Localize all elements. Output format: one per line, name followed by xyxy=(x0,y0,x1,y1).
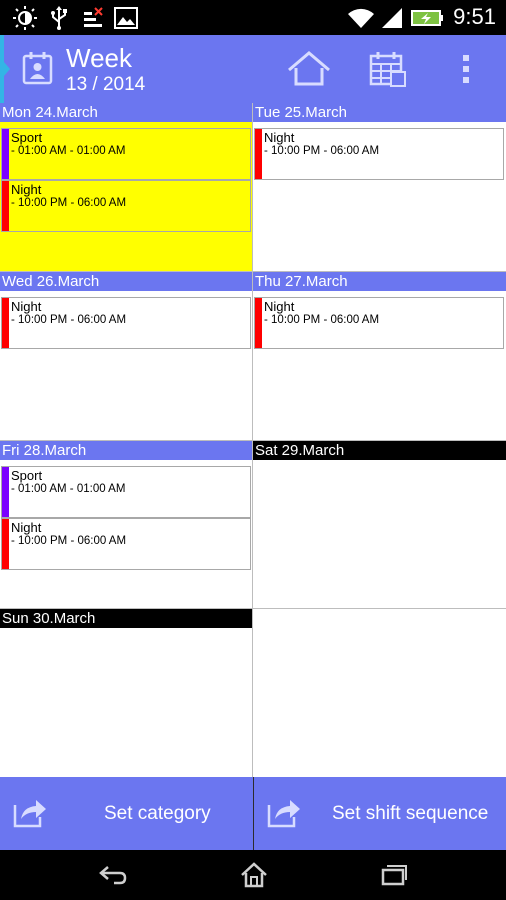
battery-charging-icon xyxy=(411,6,445,34)
shift-entry[interactable]: Night - 10:00 PM - 06:00 AM xyxy=(254,128,504,180)
system-nav-bar xyxy=(0,850,506,900)
shift-entry[interactable]: Night - 10:00 PM - 06:00 AM xyxy=(1,518,251,570)
shift-name: Night xyxy=(11,520,42,535)
shift-color-bar xyxy=(255,129,262,179)
shift-entry[interactable]: Night - 10:00 PM - 06:00 AM xyxy=(1,180,251,232)
shift-time: - 10:00 PM - 06:00 AM xyxy=(264,145,380,157)
day-cell-wed[interactable]: Wed 26.March Night - 10:00 PM - 06:00 AM xyxy=(0,272,252,440)
grid-divider xyxy=(0,440,506,441)
calendar-person-icon[interactable] xyxy=(22,51,54,89)
shift-entry[interactable]: Sport - 01:00 AM - 01:00 AM xyxy=(1,128,251,180)
shift-name: Night xyxy=(11,182,42,197)
shift-name: Night xyxy=(264,130,295,145)
set-shift-sequence-button[interactable]: Set shift sequence xyxy=(254,777,506,850)
day-header: Thu 27.March xyxy=(253,272,506,291)
wifi-icon xyxy=(347,6,375,34)
shift-color-bar xyxy=(255,298,262,348)
shift-color-bar xyxy=(2,129,9,179)
day-header: Wed 26.March xyxy=(0,272,252,291)
shift-name: Sport xyxy=(11,130,43,145)
clock: 9:51 xyxy=(453,4,496,29)
shift-color-bar xyxy=(2,298,9,348)
home-icon[interactable] xyxy=(240,862,268,892)
day-cell-sat[interactable]: Sat 29.March xyxy=(253,441,506,609)
week-number: 13 / 2014 xyxy=(66,74,146,95)
shift-color-bar xyxy=(2,519,9,569)
day-header: Sun 30.March xyxy=(0,609,252,628)
day-cell-thu[interactable]: Thu 27.March Night - 10:00 PM - 06:00 AM xyxy=(253,272,506,440)
shift-entry[interactable]: Night - 10:00 PM - 06:00 AM xyxy=(254,297,504,349)
shift-entry[interactable]: Night - 10:00 PM - 06:00 AM xyxy=(1,297,251,349)
page-title: Week xyxy=(66,43,132,73)
bottom-action-bar: Set category Set shift sequence xyxy=(0,777,506,850)
shift-color-bar xyxy=(2,467,9,517)
usb-icon xyxy=(50,6,68,34)
shift-time: - 10:00 PM - 06:00 AM xyxy=(11,314,127,326)
overflow-menu-icon[interactable] xyxy=(460,53,472,89)
signal-off-icon xyxy=(82,6,104,34)
day-cell-fri[interactable]: Fri 28.March Sport - 01:00 AM - 01:00 AM… xyxy=(0,441,252,609)
shift-time: - 01:00 AM - 01:00 AM xyxy=(11,145,126,157)
share-edit-icon xyxy=(266,795,302,833)
day-header: Fri 28.March xyxy=(0,441,252,460)
status-bar: 9:51 xyxy=(0,0,506,35)
grid-divider xyxy=(0,271,506,272)
shift-name: Night xyxy=(11,299,42,314)
shift-color-bar xyxy=(2,181,9,231)
drawer-caret-icon xyxy=(4,62,10,76)
share-edit-icon xyxy=(12,795,48,833)
shift-time: - 10:00 PM - 06:00 AM xyxy=(11,535,127,547)
shift-entry[interactable]: Sport - 01:00 AM - 01:00 AM xyxy=(1,466,251,518)
action-bar: Week 13 / 2014 xyxy=(0,35,506,103)
calendar-grid-icon[interactable] xyxy=(369,52,407,92)
day-header: Tue 25.March xyxy=(253,103,506,122)
back-icon[interactable] xyxy=(98,864,128,890)
shift-name: Sport xyxy=(11,468,43,483)
image-icon xyxy=(114,6,138,34)
shift-time: - 01:00 AM - 01:00 AM xyxy=(11,483,126,495)
set-shift-sequence-label: Set shift sequence xyxy=(332,803,489,824)
day-cell-sun[interactable]: Sun 30.March xyxy=(0,609,252,777)
brightness-icon xyxy=(12,6,38,34)
day-cell-mon[interactable]: Mon 24.March Sport - 01:00 AM - 01:00 AM… xyxy=(0,103,252,271)
grid-divider xyxy=(0,608,506,609)
shift-time: - 10:00 PM - 06:00 AM xyxy=(11,197,127,209)
set-category-button[interactable]: Set category xyxy=(0,777,253,850)
day-cell-tue[interactable]: Tue 25.March Night - 10:00 PM - 06:00 AM xyxy=(253,103,506,271)
recent-apps-icon[interactable] xyxy=(380,864,408,890)
shift-time: - 10:00 PM - 06:00 AM xyxy=(264,314,380,326)
shift-name: Night xyxy=(264,299,295,314)
day-header: Sat 29.March xyxy=(253,441,506,460)
day-header: Mon 24.March xyxy=(0,103,252,122)
cell-signal-icon xyxy=(380,6,404,34)
home-icon[interactable] xyxy=(286,49,332,93)
set-category-label: Set category xyxy=(104,803,211,824)
empty-cell xyxy=(253,609,506,777)
